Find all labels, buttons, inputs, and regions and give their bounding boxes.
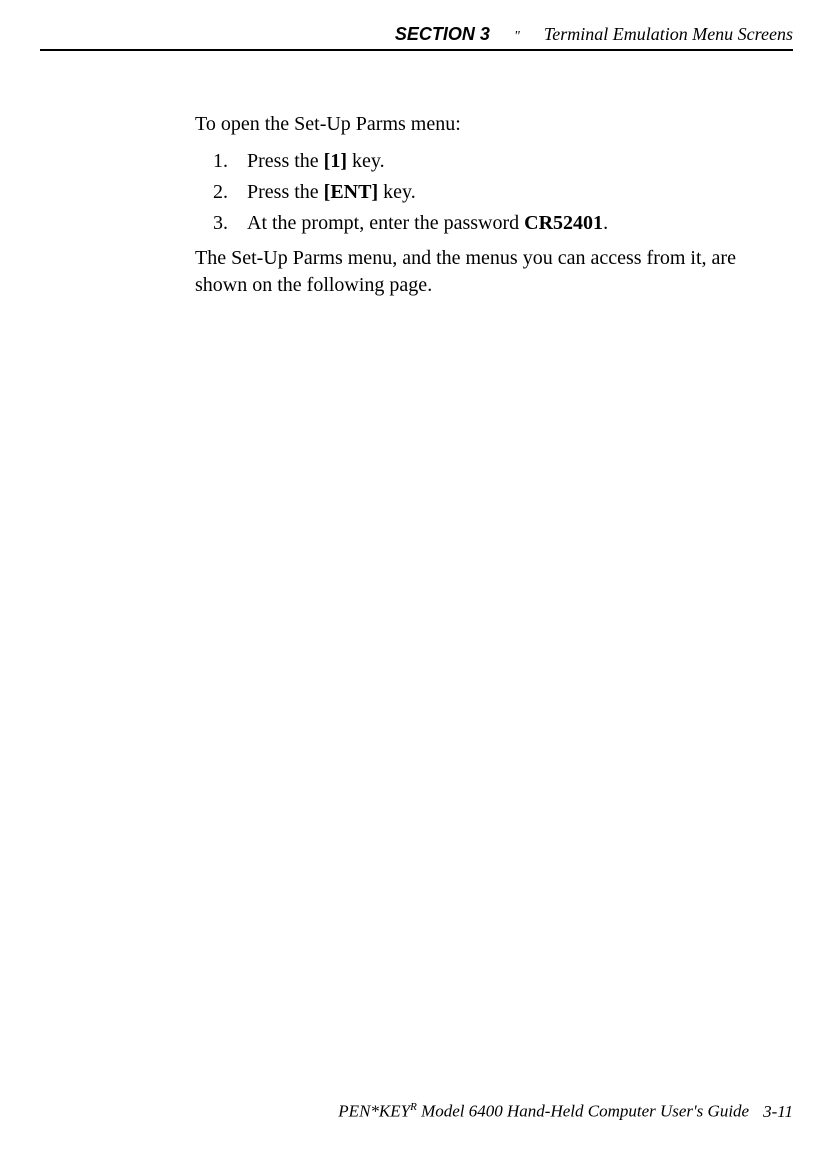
header-separator: " bbox=[514, 29, 520, 45]
step-bold: [ENT] bbox=[324, 181, 378, 203]
list-text: At the prompt, enter the password CR5240… bbox=[247, 210, 773, 237]
step-prefix: At the prompt, enter the password bbox=[247, 212, 524, 234]
list-number: 3. bbox=[213, 210, 247, 237]
content-area: To open the Set-Up Parms menu: 1. Press … bbox=[195, 111, 773, 299]
step-bold: [1] bbox=[324, 150, 347, 172]
footer-brand: PEN*KEY bbox=[338, 1102, 410, 1121]
step-prefix: Press the bbox=[247, 181, 324, 203]
step-suffix: key. bbox=[347, 150, 385, 172]
header-title: Terminal Emulation Menu Screens bbox=[544, 24, 793, 45]
list-item: 1. Press the [1] key. bbox=[213, 148, 773, 175]
list-number: 1. bbox=[213, 148, 247, 175]
footer-rest: Model 6400 Hand-Held Computer User's Gui… bbox=[417, 1102, 749, 1121]
step-suffix: . bbox=[603, 212, 608, 234]
step-prefix: Press the bbox=[247, 150, 324, 172]
outro-text: The Set-Up Parms menu, and the menus you… bbox=[195, 245, 773, 299]
list-item: 3. At the prompt, enter the password CR5… bbox=[213, 210, 773, 237]
step-bold: CR52401 bbox=[524, 212, 603, 234]
list-text: Press the [ENT] key. bbox=[247, 179, 773, 206]
page-footer: PEN*KEYR Model 6400 Hand-Held Computer U… bbox=[338, 1101, 793, 1122]
list-item: 2. Press the [ENT] key. bbox=[213, 179, 773, 206]
steps-list: 1. Press the [1] key. 2. Press the [ENT]… bbox=[213, 148, 773, 237]
page-header: SECTION 3 " Terminal Emulation Menu Scre… bbox=[40, 24, 793, 51]
list-text: Press the [1] key. bbox=[247, 148, 773, 175]
list-number: 2. bbox=[213, 179, 247, 206]
intro-text: To open the Set-Up Parms menu: bbox=[195, 111, 773, 138]
step-suffix: key. bbox=[378, 181, 416, 203]
page: SECTION 3 " Terminal Emulation Menu Scre… bbox=[0, 0, 833, 1162]
footer-page-number: 3-11 bbox=[763, 1102, 793, 1121]
footer-superscript: R bbox=[410, 1101, 417, 1113]
section-label: SECTION 3 bbox=[395, 24, 490, 45]
